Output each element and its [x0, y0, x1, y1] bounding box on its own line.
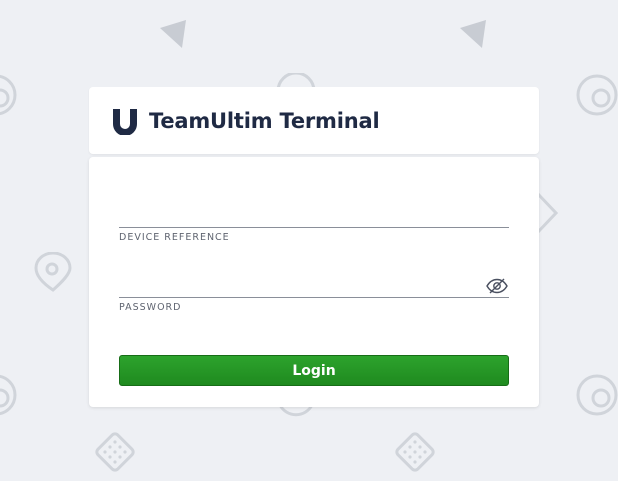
- ring-icon: [0, 74, 17, 116]
- teamultim-logo-icon: [113, 108, 137, 135]
- ring-icon: [0, 374, 17, 416]
- password-label: PASSWORD: [119, 302, 182, 313]
- device-reference-label: DEVICE REFERENCE: [119, 232, 230, 243]
- eye-slash-icon: [486, 278, 508, 294]
- ring-icon: [576, 74, 618, 116]
- password-field: PASSWORD: [119, 267, 509, 313]
- triangle-icon: [160, 20, 186, 48]
- show-password-toggle[interactable]: [485, 276, 509, 296]
- location-pin-icon: [34, 252, 72, 292]
- tag-icon: [536, 192, 558, 234]
- diamond-dots-icon: [395, 432, 435, 472]
- app-title: TeamUltim Terminal: [149, 108, 380, 133]
- device-reference-input[interactable]: [119, 197, 509, 228]
- password-input[interactable]: [119, 267, 509, 298]
- login-button[interactable]: Login: [119, 355, 509, 386]
- triangle-icon: [460, 20, 486, 48]
- diamond-dots-icon: [95, 432, 135, 472]
- login-form: DEVICE REFERENCE PASSWORD Login: [89, 157, 539, 407]
- app-header-card: TeamUltim Terminal: [89, 87, 539, 154]
- device-reference-field: DEVICE REFERENCE: [119, 197, 509, 243]
- ring-icon: [576, 374, 618, 416]
